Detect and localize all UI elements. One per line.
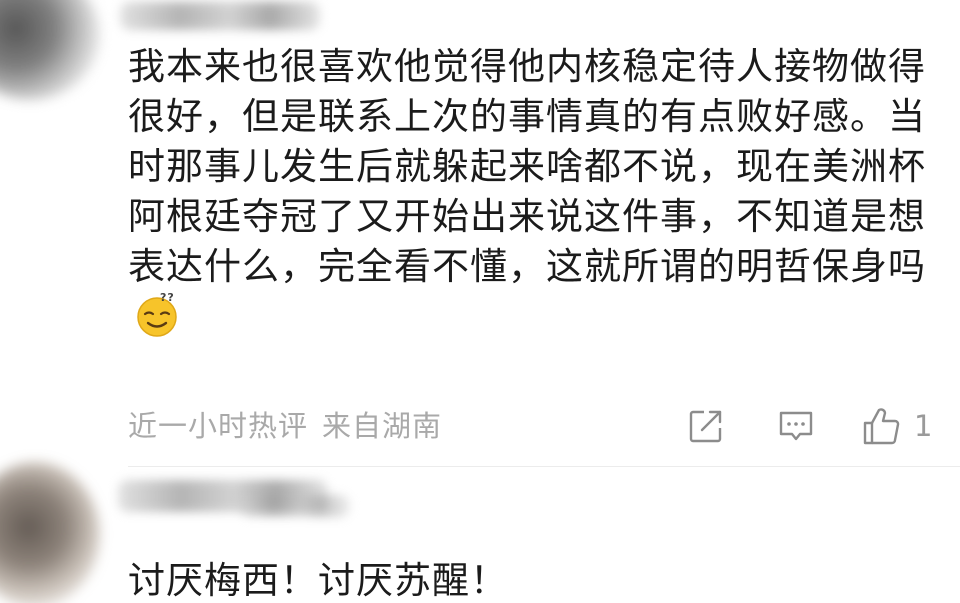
comment-text: 我本来也很喜欢他觉得他内核稳定待人接物做得很好，但是联系上次的事情真的有点败好感… (128, 45, 926, 288)
thinking-smirk-emoji-icon: ?? (134, 291, 180, 338)
thumbs-up-icon (863, 408, 900, 445)
comment-body: 讨厌梅西！讨厌苏醒！ (128, 559, 508, 602)
svg-text:??: ?? (160, 292, 175, 304)
comment-feed: 我本来也很喜欢他觉得他内核稳定待人接物做得很好，但是联系上次的事情真的有点败好感… (0, 0, 960, 603)
like-button[interactable]: 1 (860, 404, 940, 448)
reply-icon (779, 411, 813, 441)
avatar[interactable] (0, 0, 100, 100)
avatar[interactable] (0, 462, 100, 603)
username[interactable] (120, 2, 320, 30)
user-badge (240, 495, 350, 517)
comment-body: 我本来也很喜欢他觉得他内核稳定待人接物做得很好，但是联系上次的事情真的有点败好感… (128, 42, 940, 343)
share-icon (689, 410, 722, 443)
comment-meta: 近一小时热评 来自湖南 (128, 406, 442, 446)
comment-location: 来自湖南 (322, 409, 443, 443)
like-count: 1 (914, 409, 933, 443)
comment-divider (128, 466, 960, 467)
comment-time: 近一小时热评 (128, 409, 309, 443)
reply-button[interactable] (774, 404, 818, 448)
share-button[interactable] (684, 404, 728, 448)
